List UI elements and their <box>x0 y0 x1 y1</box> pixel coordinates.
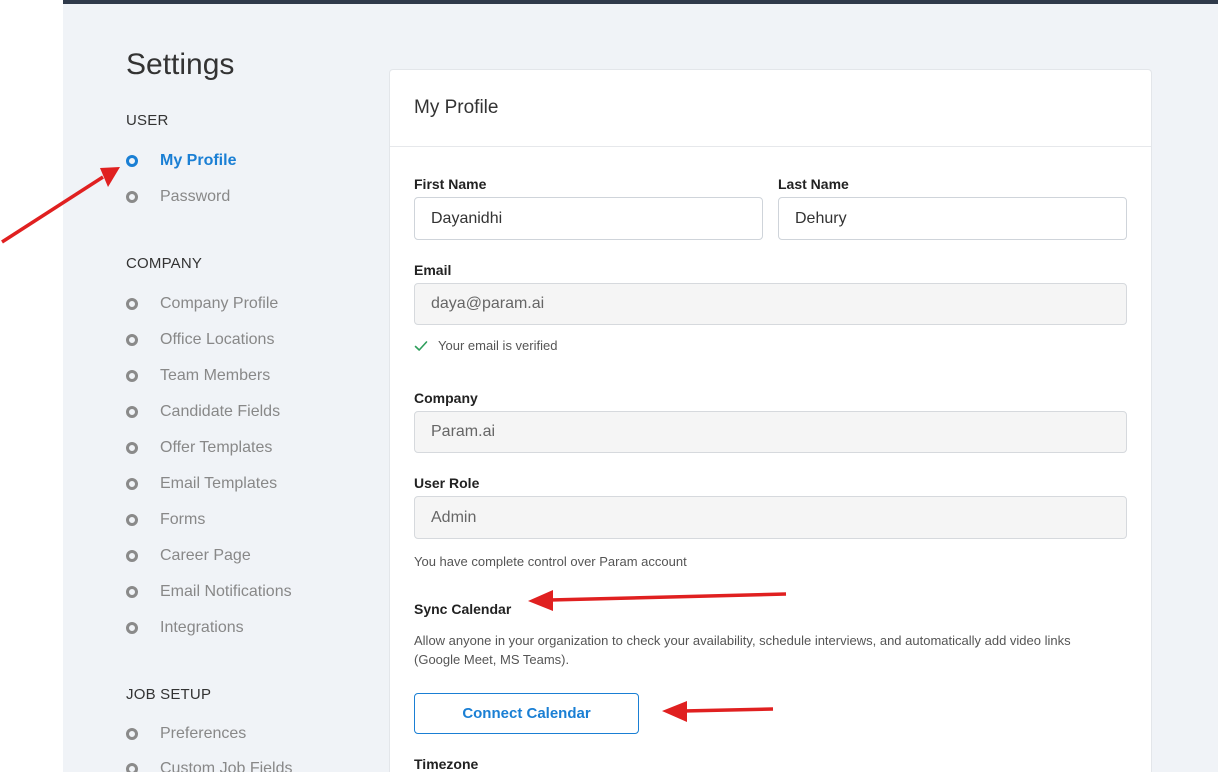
section-heading-company: COMPANY <box>126 255 203 272</box>
sidebar-item-label: Email Notifications <box>160 583 292 600</box>
sidebar-item-label: My Profile <box>160 152 237 169</box>
sidebar-item-team-members[interactable]: Team Members <box>126 365 270 387</box>
sidebar-item-label: Email Templates <box>160 475 278 492</box>
sidebar-item-label: Candidate Fields <box>160 403 281 420</box>
section-heading-user: USER <box>126 112 169 129</box>
timezone-label: Timezone <box>414 756 479 772</box>
sidebar-item-office-locations[interactable]: Office Locations <box>126 329 274 351</box>
app-background: Settings USER My Profile Password COMPAN… <box>63 4 1218 772</box>
radio-dot-icon <box>126 728 138 740</box>
radio-dot-icon <box>126 406 138 418</box>
radio-dot-icon <box>126 334 138 346</box>
sidebar-item-forms[interactable]: Forms <box>126 509 205 531</box>
sidebar-item-career-page[interactable]: Career Page <box>126 545 251 567</box>
email-verified-text: Your email is verified <box>438 338 558 353</box>
page-title: Settings <box>126 48 235 81</box>
radio-dot-icon <box>126 370 138 382</box>
sidebar-item-label: Career Page <box>160 547 251 564</box>
sidebar-item-candidate-fields[interactable]: Candidate Fields <box>126 401 280 423</box>
email-field[interactable]: daya@param.ai <box>414 283 1127 325</box>
radio-dot-icon <box>126 191 138 203</box>
radio-dot-icon <box>126 763 138 772</box>
email-label: Email <box>414 262 452 278</box>
radio-dot-icon <box>126 622 138 634</box>
radio-dot-icon <box>126 478 138 490</box>
radio-dot-icon <box>126 586 138 598</box>
sync-calendar-label: Sync Calendar <box>414 601 512 617</box>
card-title: My Profile <box>414 97 499 118</box>
sidebar-item-label: Company Profile <box>160 295 279 312</box>
radio-dot-icon <box>126 550 138 562</box>
sidebar-item-integrations[interactable]: Integrations <box>126 617 244 639</box>
sidebar-item-label: Custom Job Fields <box>160 760 293 772</box>
sidebar-item-label: Preferences <box>160 725 247 742</box>
user-role-field[interactable]: Admin <box>414 496 1127 539</box>
sidebar-item-label: Team Members <box>160 367 271 384</box>
sidebar-item-preferences[interactable]: Preferences <box>126 723 246 745</box>
sidebar-item-label: Forms <box>160 511 206 528</box>
radio-dot-icon <box>126 155 138 167</box>
check-icon <box>414 340 428 351</box>
sync-calendar-help: Allow anyone in your organization to che… <box>414 633 1071 667</box>
user-role-help: You have complete control over Param acc… <box>414 554 687 569</box>
last-name-label: Last Name <box>778 176 849 192</box>
sidebar-item-email-notifications[interactable]: Email Notifications <box>126 581 292 603</box>
card-header: My Profile <box>390 70 1151 147</box>
last-name-field[interactable]: Dehury <box>778 197 1127 240</box>
sidebar-item-label: Offer Templates <box>160 439 273 456</box>
sidebar-item-label: Office Locations <box>160 331 275 348</box>
email-verified-status: Your email is verified <box>414 338 557 353</box>
sidebar-item-offer-templates[interactable]: Offer Templates <box>126 437 272 459</box>
radio-dot-icon <box>126 442 138 454</box>
first-name-field[interactable]: Dayanidhi <box>414 197 763 240</box>
user-role-label: User Role <box>414 475 480 491</box>
first-name-label: First Name <box>414 176 487 192</box>
company-label: Company <box>414 390 478 406</box>
connect-calendar-button[interactable]: Connect Calendar <box>414 693 639 734</box>
radio-dot-icon <box>126 298 138 310</box>
sidebar-item-company-profile[interactable]: Company Profile <box>126 293 278 315</box>
sidebar-item-label: Password <box>160 188 231 205</box>
section-heading-job-setup: JOB SETUP <box>126 686 212 703</box>
sidebar-item-password[interactable]: Password <box>126 186 230 208</box>
sidebar-item-email-templates[interactable]: Email Templates <box>126 473 277 495</box>
radio-dot-icon <box>126 514 138 526</box>
company-field[interactable]: Param.ai <box>414 411 1127 453</box>
sidebar-item-label: Integrations <box>160 619 244 636</box>
sidebar-item-my-profile[interactable]: My Profile <box>126 150 236 172</box>
profile-card: My Profile First Name Dayanidhi Last Nam… <box>389 69 1152 772</box>
sidebar-item-custom-job-fields[interactable]: Custom Job Fields <box>126 758 293 772</box>
